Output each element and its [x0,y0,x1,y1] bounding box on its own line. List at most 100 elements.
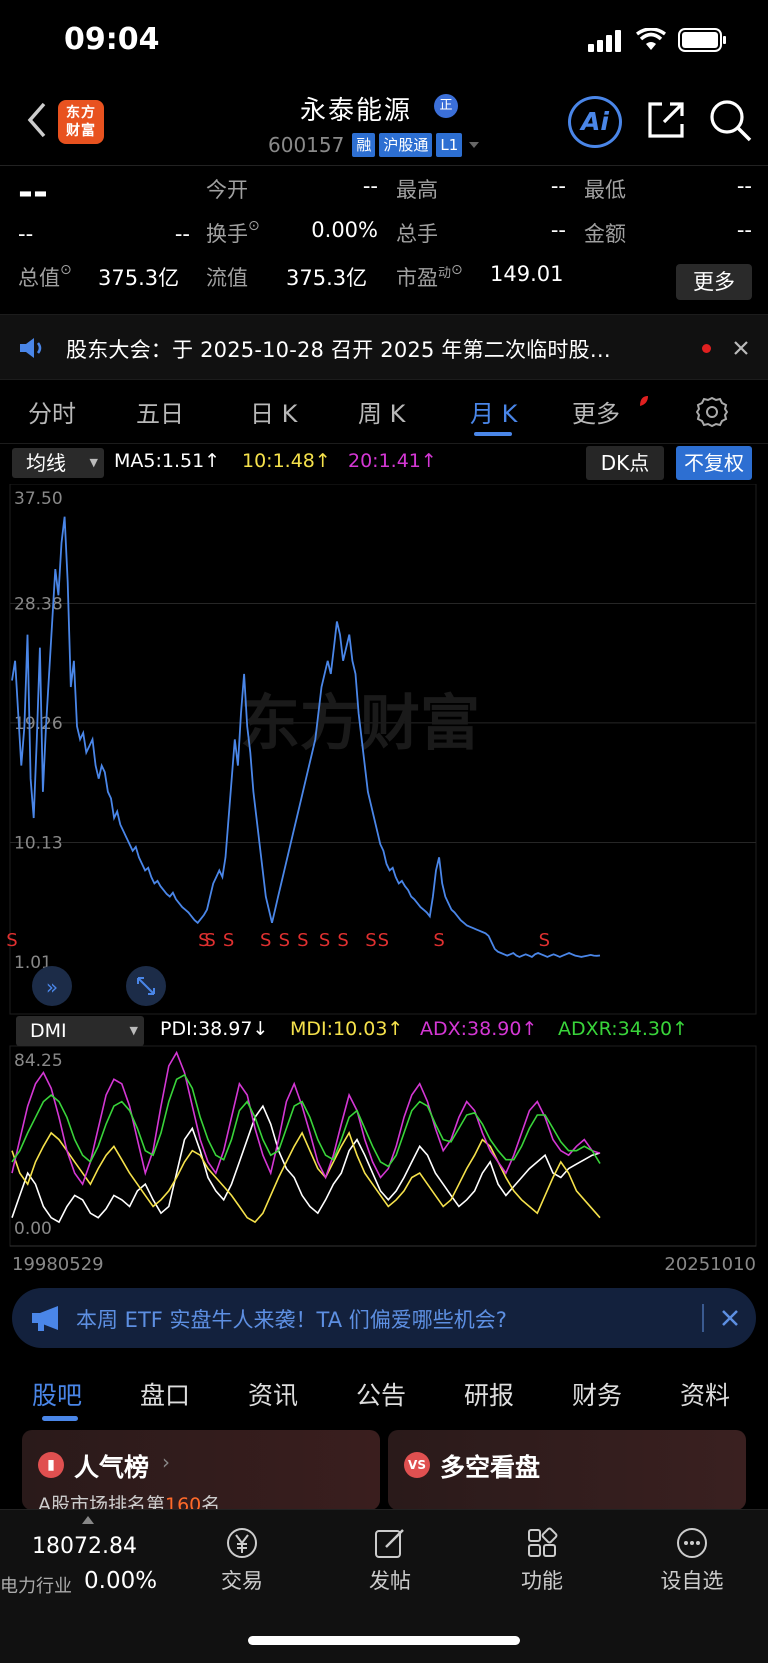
edit-icon [375,1529,404,1558]
ma-legend-bar: 均线 ▼ MA5:1.51↑ 10:1.48↑ 20:1.41↑ DK点 不复权 [0,444,768,484]
change: -- [18,222,34,246]
dots-icon [677,1528,707,1558]
ai-button[interactable]: Ai [568,96,622,148]
pdi-value: PDI:38.97↓ [160,1018,269,1040]
search-icon[interactable] [708,98,754,144]
level-tag: L1 [436,133,463,157]
close-icon[interactable] [732,339,750,357]
indicator-label: DMI [30,1020,67,1042]
caret-down-icon [469,142,480,148]
speaker-icon [20,338,42,358]
x-end-label: 20251010 [664,1254,756,1274]
chart-bars-icon: ▮ [38,1452,64,1478]
y-tick-label: 10.13 [14,834,63,854]
stock-name: 永泰能源 [300,96,413,126]
logo-text: 东方财富 [66,105,96,139]
notice-bar[interactable]: 股东大会：于 2025-10-28 召开 2025 年第二次临时股… [0,314,768,380]
double-chevron-icon: » [46,975,58,999]
banner-text: 本周 ETF 实盘牛人来袭！TA 们偏爱哪些机会? [76,1308,507,1332]
nav-post[interactable]: 发帖 [360,1526,420,1595]
float-value: 375.3亿 [286,266,368,290]
bull-bear-title: 多空看盘 [440,1453,541,1482]
tab-day-k[interactable]: 日 K [250,394,297,429]
bull-bear-card[interactable]: VS 多空看盘 [388,1430,746,1510]
ma10-value: 10:1.48↑ [242,450,331,472]
share-icon[interactable] [644,98,688,142]
sell-signal: S [260,930,271,951]
indicator-selector[interactable]: DMI ▼ [16,1016,144,1046]
y-tick-label: 28.38 [14,594,63,614]
red-dot [640,396,648,406]
tab-more[interactable]: 更多 [572,394,620,429]
status-bar: 09:04 [0,0,768,80]
banner-close-icon[interactable] [720,1308,740,1328]
megaphone-icon [32,1306,58,1331]
popularity-card[interactable]: ▮ 人气榜 › A股市场排名第160名 [22,1430,380,1510]
status-time: 09:04 [64,22,160,57]
price: -- [18,172,48,213]
stock-code: 600157 [268,133,345,157]
sell-signal: S [337,930,348,951]
yen-icon [227,1528,257,1558]
sell-signal: S [378,930,389,951]
quote-panel: -- -- -- 今开 -- 最高 -- 最低 -- 换手⊙ 0.00% 总手 … [0,166,768,314]
tab-pankou[interactable]: 盘口 [140,1376,190,1412]
stock-code-row[interactable]: 600157 融 沪股通 L1 [268,132,482,158]
more-button[interactable]: 更多 [676,264,752,300]
mktcap-label: 总值⊙ [18,262,72,290]
nav-post-label: 发帖 [369,1569,411,1593]
sell-signal: S [204,930,215,951]
sell-signal: S [297,930,308,951]
kline-chart[interactable]: 东方财富 37.5028.3819.2610.131.01 S SS S S S S S S S… [0,484,768,1274]
tab-five-day[interactable]: 五日 [136,394,184,429]
nav-trade[interactable]: 交易 [212,1526,272,1595]
volume-label: 总手 [396,222,438,246]
nav-trade-label: 交易 [221,1569,263,1593]
pe-value: 149.01 [490,262,564,286]
app-logo[interactable]: 东方财富 [58,100,104,144]
grid-icon [528,1527,558,1557]
nav-add-watchlist[interactable]: 设自选 [654,1526,730,1595]
dk-point-button[interactable]: DK点 [586,446,664,480]
high-label: 最高 [396,178,438,202]
index-change: 0.00% [84,1568,158,1594]
amount-label: 金额 [584,222,626,246]
active-tab-underline [474,432,512,436]
adjust-button[interactable]: 不复权 [676,446,752,480]
tab-month-k[interactable]: 月 K [470,394,517,429]
pe-label: 市盈动⊙ [396,262,463,290]
ma20-value: 20:1.41↑ [348,450,437,472]
settings-icon[interactable] [696,396,728,428]
nav-function[interactable]: 功能 [512,1526,572,1595]
mdi-value: MDI:10.03↑ [290,1018,404,1040]
ad-banner[interactable]: 本周 ETF 实盘牛人来袭！TA 们偏爱哪些机会? [12,1288,756,1348]
tab-profile[interactable]: 资料 [680,1376,730,1412]
chevron-right-icon: › [162,1450,170,1474]
tab-finance[interactable]: 财务 [572,1376,622,1412]
margin-tag: 融 [352,133,376,157]
ma-selector[interactable]: 均线 ▼ [12,448,104,478]
sell-signal: S [319,930,330,951]
nav-function-label: 功能 [521,1569,563,1593]
tab-announcements[interactable]: 公告 [356,1376,406,1412]
caret-up-icon [82,1516,94,1524]
tab-news[interactable]: 资讯 [248,1376,298,1412]
dmi-panel-frame [9,1045,757,1247]
turnover-label: 换手⊙ [206,218,260,246]
popularity-title: 人气榜 [74,1453,150,1482]
back-arrow-icon[interactable] [22,98,52,142]
signal-icon [588,30,621,52]
tab-intraday[interactable]: 分时 [28,394,76,429]
banner-divider [702,1304,704,1332]
tab-research[interactable]: 研报 [464,1376,514,1412]
battery-icon [678,28,726,52]
high-value: -- [550,174,566,198]
y-tick-label: 37.50 [14,489,63,509]
popularity-rank: A股市场排名第160名 [38,1494,221,1510]
sell-signal: S [223,930,234,951]
tab-guba[interactable]: 股吧 [32,1376,82,1412]
index-value[interactable]: 18072.84 [32,1534,137,1559]
tab-week-k[interactable]: 周 K [358,394,405,429]
sell-signal: S [539,930,550,951]
sell-signal: S [433,930,444,951]
